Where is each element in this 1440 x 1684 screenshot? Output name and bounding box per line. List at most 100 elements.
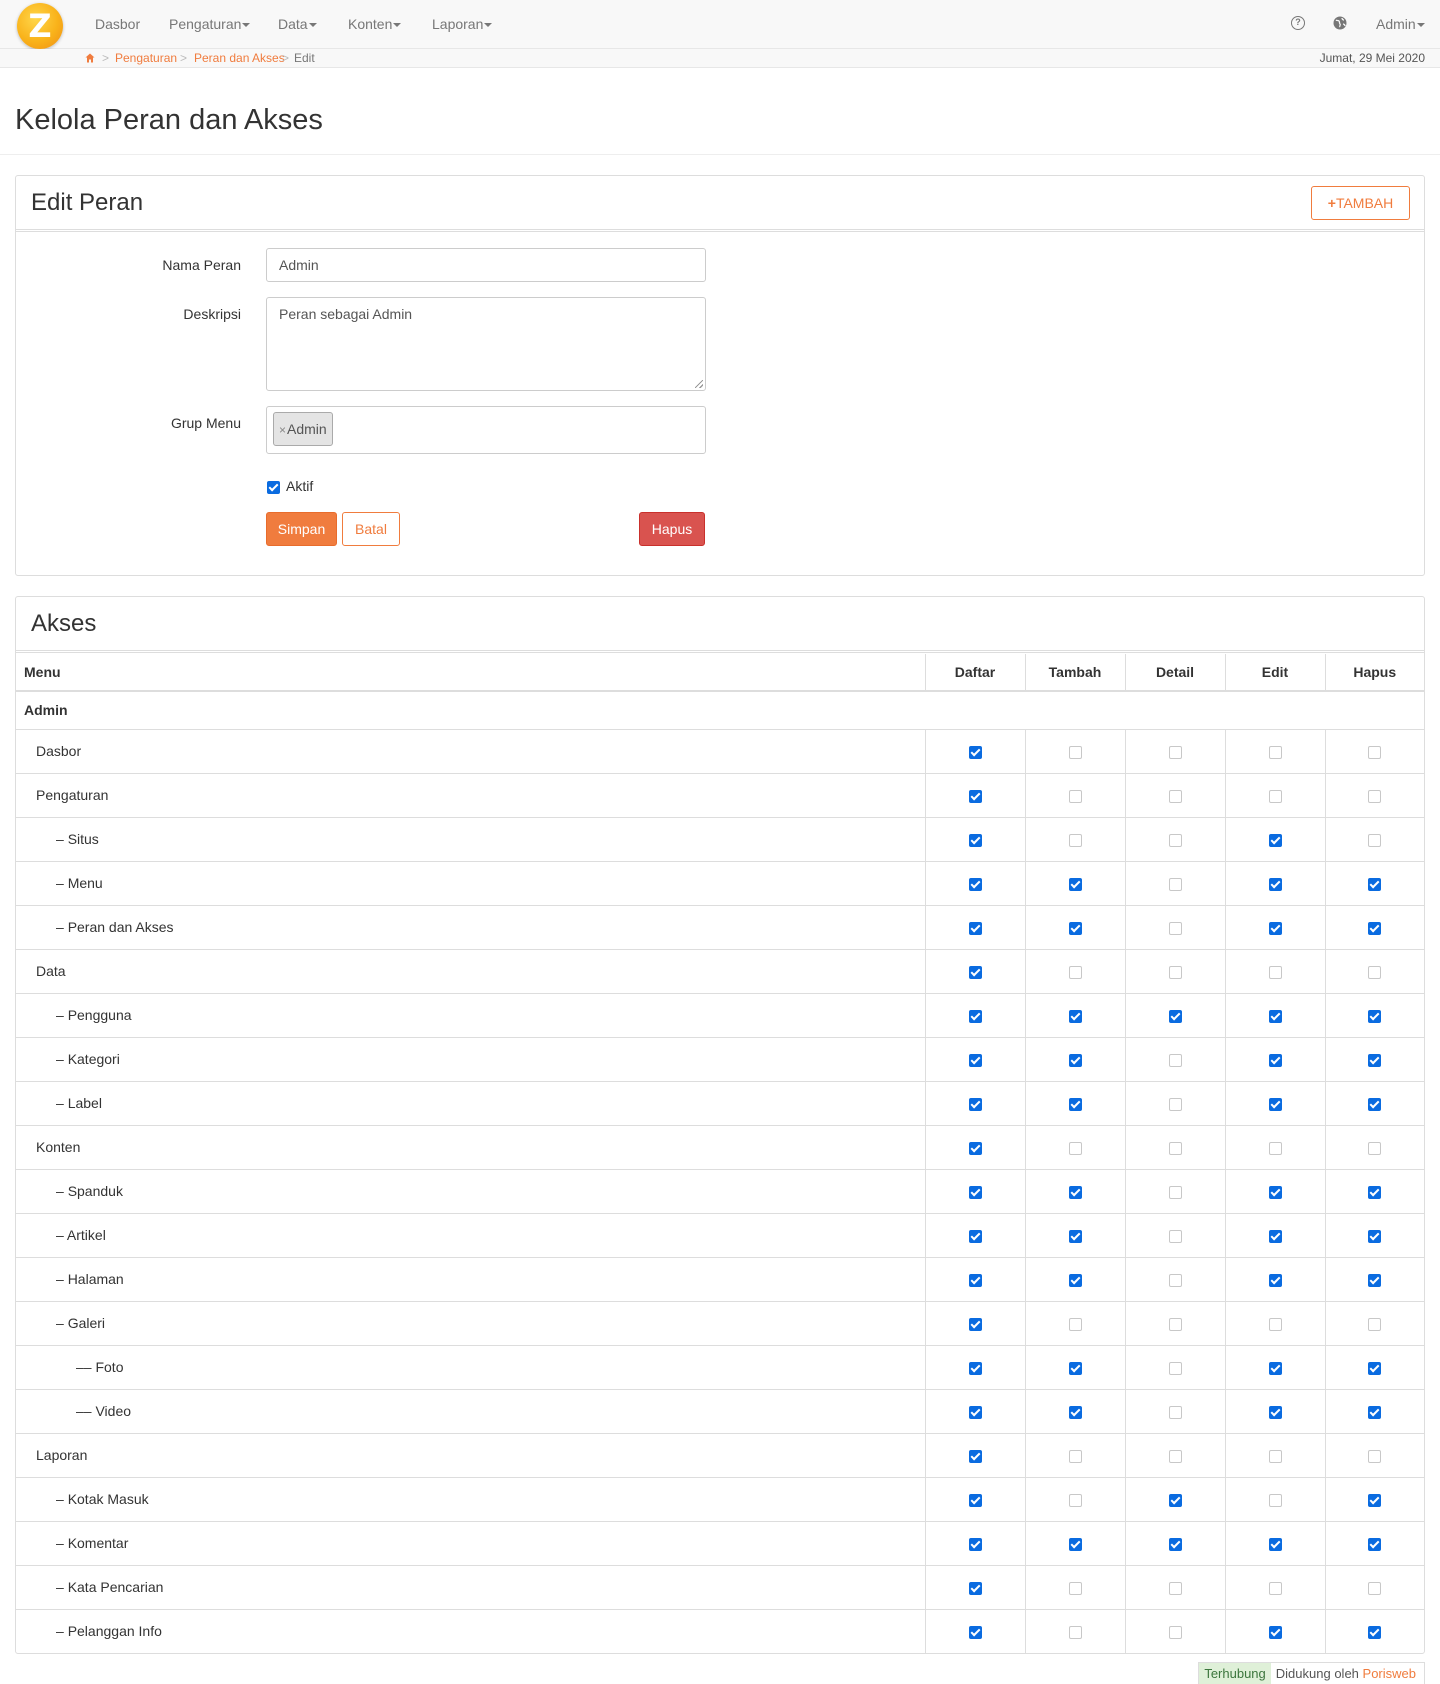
permission-daftar-checkbox[interactable] [968,1317,982,1331]
permission-tambah-checkbox[interactable] [1068,1361,1082,1375]
permission-daftar-checkbox[interactable] [968,921,982,935]
globe-icon[interactable] [1333,16,1347,30]
permission-tambah-checkbox[interactable] [1068,833,1082,847]
permission-detail-checkbox[interactable] [1168,1053,1182,1067]
permission-tambah-checkbox[interactable] [1068,1009,1082,1023]
permission-daftar-checkbox[interactable] [968,1229,982,1243]
menu-group-select[interactable]: ×Admin [266,406,706,454]
nav-konten[interactable]: Konten [348,0,402,49]
brand-link[interactable]: Porisweb [1363,1666,1416,1681]
permission-daftar-checkbox[interactable] [968,833,982,847]
permission-hapus-checkbox[interactable] [1368,1185,1382,1199]
permission-edit-checkbox[interactable] [1268,1053,1282,1067]
permission-edit-checkbox[interactable] [1268,1537,1282,1551]
permission-hapus-checkbox[interactable] [1368,1317,1382,1331]
permission-edit-checkbox[interactable] [1268,789,1282,803]
question-circle-icon[interactable]: ? [1291,16,1305,30]
permission-daftar-checkbox[interactable] [968,1097,982,1111]
permission-edit-checkbox[interactable] [1268,1581,1282,1595]
permission-hapus-checkbox[interactable] [1368,1449,1382,1463]
permission-tambah-checkbox[interactable] [1068,1537,1082,1551]
permission-daftar-checkbox[interactable] [968,1009,982,1023]
permission-tambah-checkbox[interactable] [1068,1626,1082,1640]
permission-edit-checkbox[interactable] [1268,1626,1282,1640]
permission-hapus-checkbox[interactable] [1368,1581,1382,1595]
permission-tambah-checkbox[interactable] [1068,1053,1082,1067]
permission-hapus-checkbox[interactable] [1368,1405,1382,1419]
permission-detail-checkbox[interactable] [1168,745,1182,759]
permission-hapus-checkbox[interactable] [1368,1053,1382,1067]
nav-data[interactable]: Data [278,0,317,49]
permission-daftar-checkbox[interactable] [968,877,982,891]
permission-daftar-checkbox[interactable] [968,965,982,979]
permission-tambah-checkbox[interactable] [1068,877,1082,891]
permission-daftar-checkbox[interactable] [968,1053,982,1067]
permission-hapus-checkbox[interactable] [1368,877,1382,891]
permission-hapus-checkbox[interactable] [1368,1537,1382,1551]
home-icon[interactable] [85,53,95,63]
permission-tambah-checkbox[interactable] [1068,1449,1082,1463]
permission-daftar-checkbox[interactable] [968,1185,982,1199]
nav-laporan[interactable]: Laporan [432,0,493,49]
permission-daftar-checkbox[interactable] [968,1449,982,1463]
add-button[interactable]: +TAMBAH [1311,186,1410,220]
permission-detail-checkbox[interactable] [1168,1581,1182,1595]
permission-hapus-checkbox[interactable] [1368,1009,1382,1023]
permission-hapus-checkbox[interactable] [1368,965,1382,979]
permission-detail-checkbox[interactable] [1168,1405,1182,1419]
permission-daftar-checkbox[interactable] [968,1626,982,1640]
permission-tambah-checkbox[interactable] [1068,745,1082,759]
permission-tambah-checkbox[interactable] [1068,1273,1082,1287]
permission-tambah-checkbox[interactable] [1068,1141,1082,1155]
permission-edit-checkbox[interactable] [1268,1405,1282,1419]
permission-edit-checkbox[interactable] [1268,1493,1282,1507]
permission-hapus-checkbox[interactable] [1368,833,1382,847]
permission-detail-checkbox[interactable] [1168,1493,1182,1507]
permission-edit-checkbox[interactable] [1268,1141,1282,1155]
permission-daftar-checkbox[interactable] [968,1537,982,1551]
app-logo[interactable]: Z [17,3,63,49]
permission-detail-checkbox[interactable] [1168,1626,1182,1640]
permission-edit-checkbox[interactable] [1268,1273,1282,1287]
permission-edit-checkbox[interactable] [1268,1185,1282,1199]
permission-tambah-checkbox[interactable] [1068,1317,1082,1331]
permission-hapus-checkbox[interactable] [1368,1273,1382,1287]
permission-detail-checkbox[interactable] [1168,1141,1182,1155]
save-button[interactable]: Simpan [266,512,337,546]
active-checkbox[interactable] [267,481,280,494]
remove-tag-icon[interactable]: × [279,423,286,437]
nav-dasbor[interactable]: Dasbor [95,0,140,49]
permission-hapus-checkbox[interactable] [1368,789,1382,803]
user-menu[interactable]: Admin [1376,0,1425,49]
breadcrumb-pengaturan[interactable]: Pengaturan [115,51,177,65]
delete-button[interactable]: Hapus [639,512,705,546]
cancel-button[interactable]: Batal [342,512,400,546]
permission-detail-checkbox[interactable] [1168,1317,1182,1331]
permission-detail-checkbox[interactable] [1168,1009,1182,1023]
description-textarea[interactable]: Peran sebagai Admin [266,297,706,391]
permission-daftar-checkbox[interactable] [968,789,982,803]
permission-detail-checkbox[interactable] [1168,1185,1182,1199]
permission-detail-checkbox[interactable] [1168,1273,1182,1287]
permission-hapus-checkbox[interactable] [1368,1493,1382,1507]
permission-detail-checkbox[interactable] [1168,1229,1182,1243]
permission-detail-checkbox[interactable] [1168,833,1182,847]
permission-edit-checkbox[interactable] [1268,877,1282,891]
permission-daftar-checkbox[interactable] [968,1273,982,1287]
permission-detail-checkbox[interactable] [1168,1097,1182,1111]
permission-tambah-checkbox[interactable] [1068,1405,1082,1419]
permission-tambah-checkbox[interactable] [1068,965,1082,979]
permission-hapus-checkbox[interactable] [1368,1097,1382,1111]
breadcrumb-peran-dan-akses[interactable]: Peran dan Akses [194,51,285,65]
permission-edit-checkbox[interactable] [1268,1097,1282,1111]
permission-detail-checkbox[interactable] [1168,921,1182,935]
permission-tambah-checkbox[interactable] [1068,1229,1082,1243]
permission-daftar-checkbox[interactable] [968,1581,982,1595]
nav-pengaturan[interactable]: Pengaturan [169,0,251,49]
permission-edit-checkbox[interactable] [1268,1229,1282,1243]
permission-daftar-checkbox[interactable] [968,1141,982,1155]
permission-detail-checkbox[interactable] [1168,1449,1182,1463]
permission-tambah-checkbox[interactable] [1068,1493,1082,1507]
permission-tambah-checkbox[interactable] [1068,1185,1082,1199]
permission-detail-checkbox[interactable] [1168,789,1182,803]
